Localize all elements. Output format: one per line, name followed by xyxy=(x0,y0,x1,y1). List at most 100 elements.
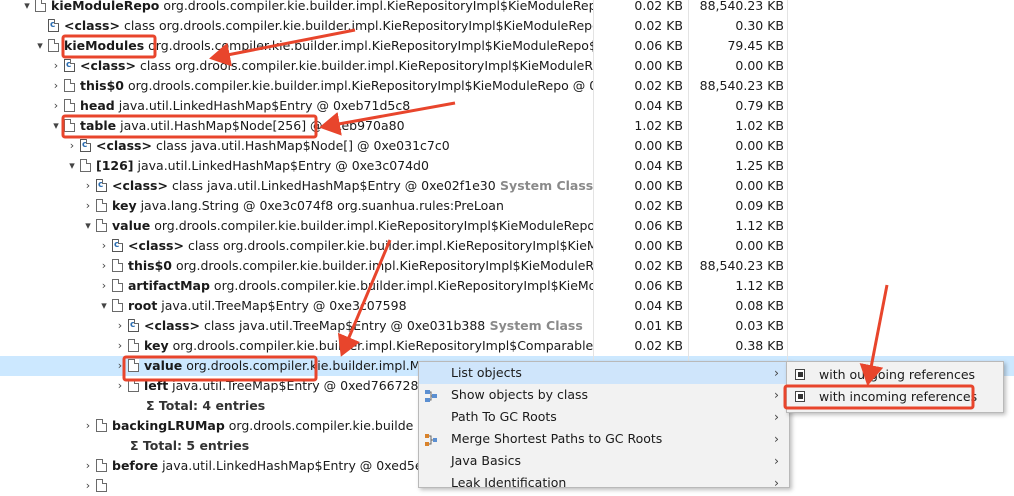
tree-row[interactable]: › this$0 org.drools.compiler.kie.builder.… xyxy=(0,256,1014,276)
tree-row[interactable]: › <class> class java.util.HashMap$Node[] … xyxy=(0,136,1014,156)
retained-heap-cell: 1.12 KB xyxy=(735,278,784,293)
object-type: class java.util.HashMap$Node[] @ 0xe031c… xyxy=(151,138,450,153)
name-cell: › <class> class java.util.TreeMap$Entry @… xyxy=(0,316,593,336)
menu-item-list-objects[interactable]: List objects › xyxy=(419,362,789,384)
expand-arrow-icon[interactable]: › xyxy=(98,236,110,256)
menu-item-label: Leak Identification xyxy=(451,475,567,490)
collapse-arrow-icon[interactable]: ▾ xyxy=(34,36,46,56)
tree-row[interactable]: ▾ kieModuleRepo org.drools.compiler.kie.b… xyxy=(0,0,1014,16)
shallow-heap-cell: 0.06 KB xyxy=(634,278,683,293)
instance-object-icon xyxy=(35,0,46,12)
tree-row[interactable]: ▾ table java.util.HashMap$Node[256] @ 0xe… xyxy=(0,116,1014,136)
tree-row[interactable]: › <class> class org.drools.compiler.kie.b… xyxy=(0,236,1014,256)
retained-heap-cell: 88,540.23 KB xyxy=(699,258,784,273)
tree-row[interactable]: › key java.lang.String @ 0xe3c074f8 org.s… xyxy=(0,196,1014,216)
tree-row[interactable]: › artifactMap org.drools.compiler.kie.bui… xyxy=(0,276,1014,296)
collapse-arrow-icon[interactable]: ▾ xyxy=(82,216,94,236)
retained-heap-cell: 0.00 KB xyxy=(735,138,784,153)
expand-arrow-icon[interactable]: › xyxy=(82,456,94,476)
object-type: class org.drools.compiler.kie.builder.im… xyxy=(119,18,593,33)
submenu-arrow-icon: › xyxy=(774,409,779,424)
retained-heap-cell: 0.38 KB xyxy=(735,338,784,353)
submenu-arrow-icon: › xyxy=(774,453,779,468)
menu-item-path-to-gc-roots[interactable]: Path To GC Roots › xyxy=(419,406,789,428)
tree-row[interactable]: › head java.util.LinkedHashMap$Entry @ 0x… xyxy=(0,96,1014,116)
object-type: class org.drools.compiler.kie.builder.im… xyxy=(135,58,593,73)
tree-row[interactable]: ▾ root java.util.TreeMap$Entry @ 0xe3c075… xyxy=(0,296,1014,316)
retained-heap-cell: 1.25 KB xyxy=(735,158,784,173)
menu-item-show-objects-by-class[interactable]: Show objects by class › xyxy=(419,384,789,406)
menu-item-label: Path To GC Roots xyxy=(451,409,557,424)
menu-item-java-basics[interactable]: Java Basics › xyxy=(419,450,789,472)
object-type: java.util.LinkedHashMap$Entry @ 0xed5ef9 xyxy=(158,458,435,473)
tree-row[interactable]: ▾ kieModules org.drools.compiler.kie.buil… xyxy=(0,36,1014,56)
field-name: key xyxy=(112,198,137,213)
class-object-icon xyxy=(96,176,107,195)
expand-arrow-icon[interactable]: › xyxy=(82,176,94,196)
field-name: artifactMap xyxy=(128,278,210,293)
instance-object-icon xyxy=(96,199,107,212)
retained-heap-cell: 88,540.23 KB xyxy=(699,78,784,93)
menu-item-leak-identification[interactable]: Leak Identification › xyxy=(419,472,789,494)
expand-arrow-icon[interactable]: › xyxy=(82,476,94,496)
expand-arrow-icon[interactable]: › xyxy=(50,76,62,96)
retained-heap-cell: 0.09 KB xyxy=(735,198,784,213)
field-name: kieModules xyxy=(64,38,145,53)
shallow-heap-cell: 0.02 KB xyxy=(634,258,683,273)
submenu-item-outgoing-references[interactable]: with outgoing references xyxy=(787,364,1003,386)
instance-object-icon xyxy=(128,359,139,372)
expand-arrow-icon[interactable]: › xyxy=(50,96,62,116)
menu-item-label: List objects xyxy=(451,365,522,380)
tree-row[interactable]: ▾ [126] java.util.LinkedHashMap$Entry @ 0… xyxy=(0,156,1014,176)
expand-arrow-icon[interactable]: › xyxy=(114,316,126,336)
collapse-arrow-icon[interactable]: ▾ xyxy=(66,156,78,176)
field-name: <class> xyxy=(64,18,120,33)
expand-arrow-icon[interactable]: › xyxy=(82,416,94,436)
tree-row[interactable]: › <class> class org.drools.compiler.kie.b… xyxy=(0,56,1014,76)
collapse-arrow-icon[interactable]: ▾ xyxy=(21,0,33,16)
retained-heap-cell: 0.30 KB xyxy=(735,18,784,33)
menu-item-merge-shortest-paths[interactable]: Merge Shortest Paths to GC Roots › xyxy=(419,428,789,450)
outgoing-references-icon xyxy=(795,369,805,380)
shallow-heap-cell: 0.00 KB xyxy=(634,138,683,153)
field-name: table xyxy=(80,118,117,133)
retained-heap-cell: 1.02 KB xyxy=(735,118,784,133)
submenu-item-incoming-references[interactable]: with incoming references xyxy=(787,386,1003,408)
retained-heap-cell: 79.45 KB xyxy=(727,38,784,53)
collapse-arrow-icon[interactable]: ▾ xyxy=(98,296,110,316)
tree-row[interactable]: <class> class org.drools.compiler.kie.bu… xyxy=(0,16,1014,36)
name-cell: › key java.lang.String @ 0xe3c074f8 org.s… xyxy=(0,196,593,216)
submenu-item-label: with incoming references xyxy=(819,389,978,404)
shallow-heap-cell: 0.00 KB xyxy=(634,178,683,193)
collapse-arrow-icon[interactable]: ▾ xyxy=(50,116,62,136)
field-name: <class> xyxy=(128,238,184,253)
tree-row[interactable]: ▾ value org.drools.compiler.kie.builder.i… xyxy=(0,216,1014,236)
name-cell: ▾ kieModules org.drools.compiler.kie.buil… xyxy=(0,36,593,56)
object-type: org.drools.compiler.kie.builder.impl.M xyxy=(182,358,421,373)
retained-heap-cell: 0.08 KB xyxy=(735,298,784,313)
expand-arrow-icon[interactable]: › xyxy=(114,376,126,396)
expand-arrow-icon[interactable]: › xyxy=(98,276,110,296)
name-cell: › this$0 org.drools.compiler.kie.builder.… xyxy=(0,76,593,96)
name-cell: › artifactMap org.drools.compiler.kie.bui… xyxy=(0,276,593,296)
tree-row[interactable]: › <class> class java.util.TreeMap$Entry @… xyxy=(0,316,1014,336)
expand-arrow-icon[interactable]: › xyxy=(114,336,126,356)
expand-arrow-icon[interactable]: › xyxy=(98,256,110,276)
expand-arrow-icon[interactable]: › xyxy=(66,136,78,156)
object-type: org.drools.compiler.kie.builder.impl.Kie… xyxy=(159,0,593,13)
retained-heap-cell: 0.00 KB xyxy=(735,178,784,193)
tree-row[interactable]: › this$0 org.drools.compiler.kie.builder.… xyxy=(0,76,1014,96)
instance-object-icon xyxy=(64,79,75,92)
tree-row[interactable]: › <class> class java.util.LinkedHashMap$E… xyxy=(0,176,1014,196)
object-type: java.util.HashMap$Node[256] @ 0xeb970a80 xyxy=(116,118,405,133)
expand-arrow-icon[interactable]: › xyxy=(50,56,62,76)
tree-row[interactable]: › key org.drools.compiler.kie.builder.imp… xyxy=(0,336,1014,356)
shallow-heap-cell: 0.06 KB xyxy=(634,38,683,53)
retained-heap-cell: 0.00 KB xyxy=(735,238,784,253)
expand-arrow-icon[interactable]: › xyxy=(114,356,126,376)
shallow-heap-cell: 0.04 KB xyxy=(634,298,683,313)
object-type: java.util.TreeMap$Entry @ 0xed766728 xyxy=(168,378,419,393)
instance-object-icon xyxy=(128,339,139,352)
expand-arrow-icon[interactable]: › xyxy=(82,196,94,216)
object-type: org.drools.compiler.kie.builde xyxy=(224,418,414,433)
